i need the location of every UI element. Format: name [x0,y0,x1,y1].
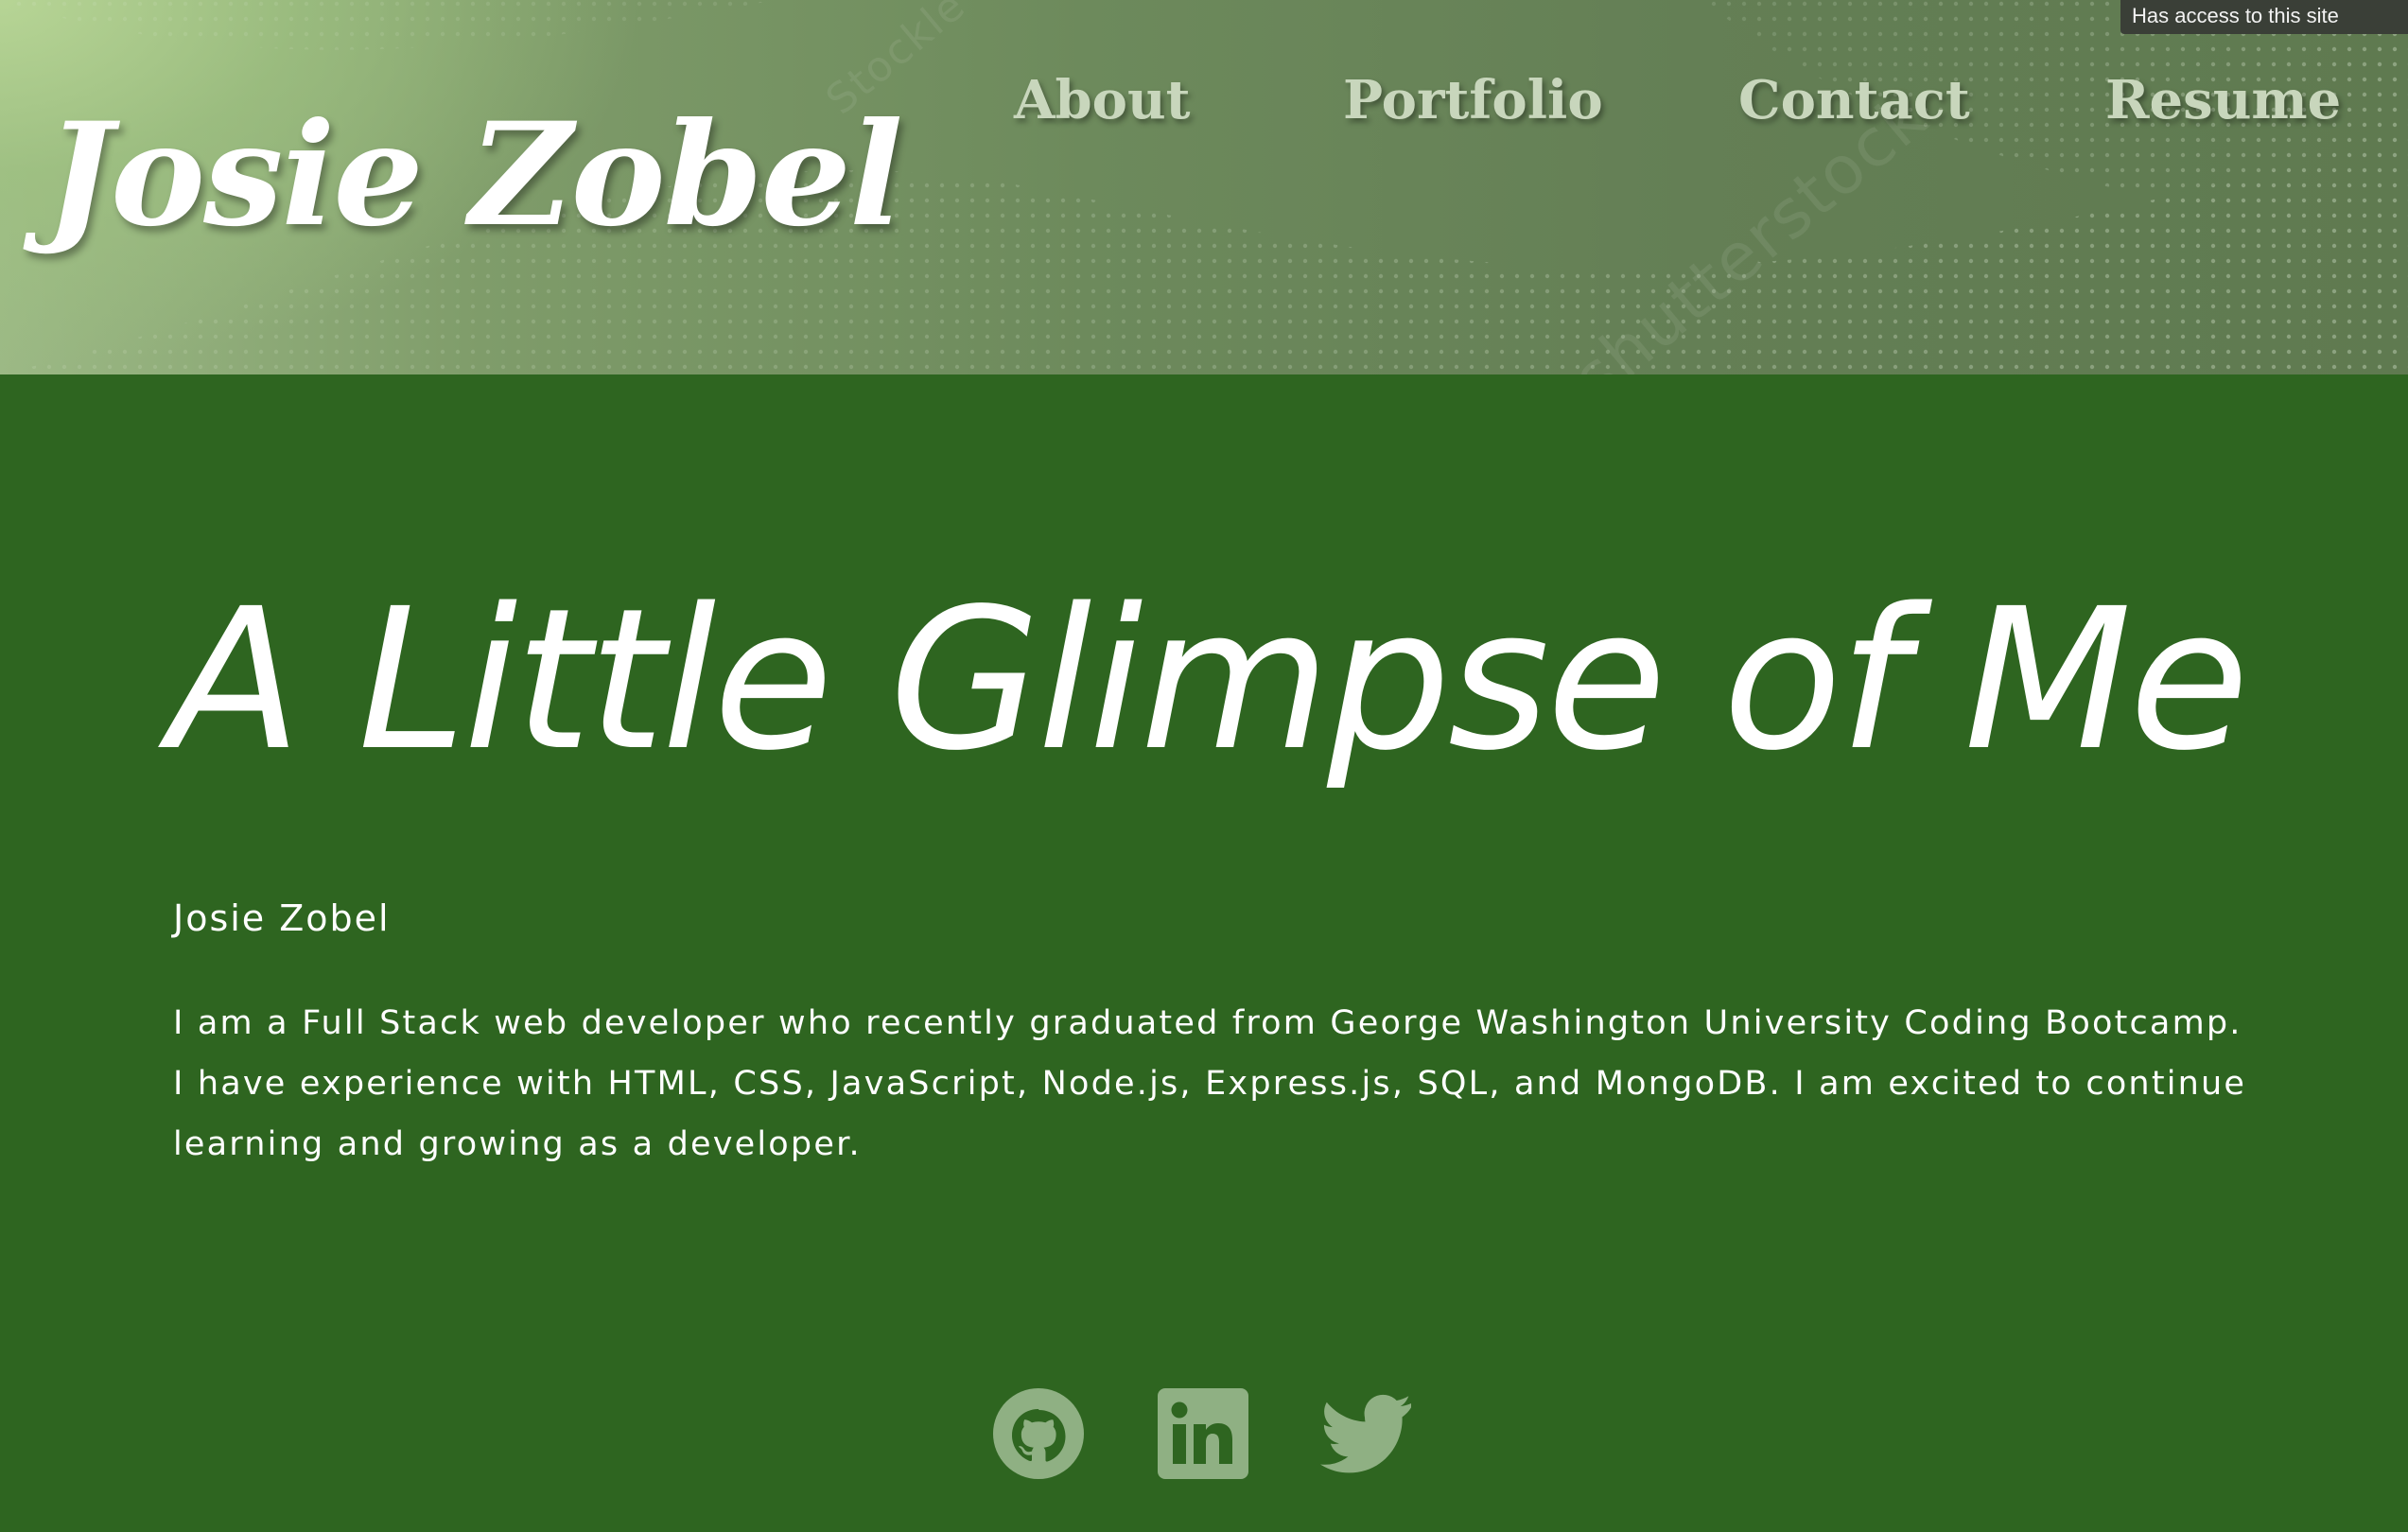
bio-paragraph: I am a Full Stack web developer who rece… [173,1004,2247,1163]
github-icon[interactable] [991,1386,1086,1481]
page-title: A Little Glimpse of Me [168,566,2249,793]
nav-resume-link[interactable]: Resume [2105,62,2341,138]
twitter-icon[interactable] [1318,1386,1413,1481]
author-name: Josie Zobel [173,897,391,939]
site-header: shutterstock Stockle Josie Zobel About P… [0,0,2408,374]
nav-contact-link[interactable]: Contact [1738,62,1970,138]
nav-about-link[interactable]: About [1014,62,1191,138]
about-section: A Little Glimpse of Me Josie Zobel I am … [0,374,2408,1532]
nav-portfolio-link[interactable]: Portfolio [1343,62,1603,138]
main-nav: About Portfolio Contact Resume [0,62,2408,138]
social-links [0,1386,2408,1490]
extension-access-badge: Has access to this site [2120,0,2408,34]
linkedin-icon[interactable] [1156,1386,1250,1481]
